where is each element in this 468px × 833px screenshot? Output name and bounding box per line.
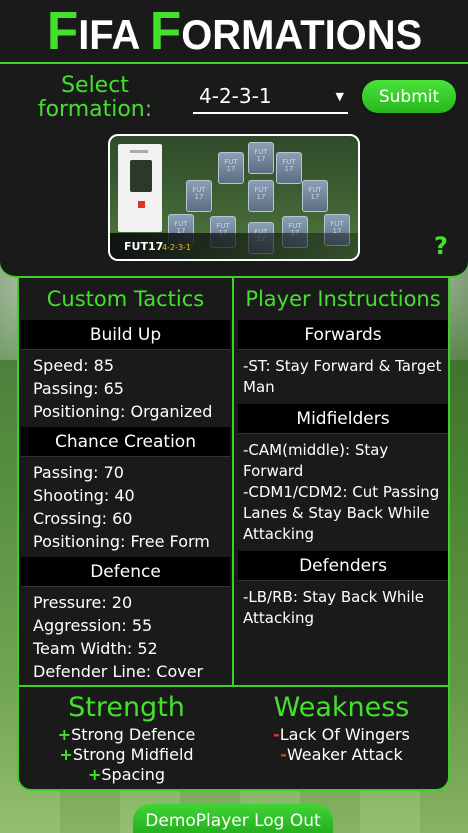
title-letter-f: F xyxy=(46,1,78,61)
fut17-logo: FUT17 xyxy=(124,240,164,253)
player-instructions-column: Player Instructions Forwards -ST: Stay F… xyxy=(236,278,450,685)
chevron-down-icon: ▼ xyxy=(335,90,344,103)
title-bar: FIFA FORMATIONS xyxy=(0,0,468,64)
plus-icon: + xyxy=(59,745,73,764)
player-card: FUT 17 xyxy=(186,180,212,212)
minus-icon: - xyxy=(273,725,280,744)
help-icon[interactable]: ? xyxy=(434,232,448,260)
title-word-ormations: ORMATIONS xyxy=(180,11,422,58)
cam-instruction: -CAM(middle): Stay Forward xyxy=(243,441,389,480)
defence-heading: Defence xyxy=(21,557,230,587)
custom-tactics-heading: Custom Tactics xyxy=(46,287,205,311)
player-card: FUT 17 xyxy=(248,142,274,174)
weakness-item: -Lack Of Wingers xyxy=(273,725,410,744)
weakness-column: Weakness -Lack Of Wingers -Weaker Attack xyxy=(234,687,449,765)
formation-select[interactable]: 4-2-3-1 ▼ xyxy=(193,82,348,114)
weakness-heading: Weakness xyxy=(273,692,410,723)
plus-icon: + xyxy=(57,725,72,744)
stat-item: Team Width: 52 xyxy=(33,639,158,658)
player-card: FUT 17 xyxy=(248,180,274,212)
stat-item: Passing: 70 xyxy=(33,463,124,482)
stat-item: Aggression: 55 xyxy=(33,616,153,635)
forwards-heading: Forwards xyxy=(238,320,448,350)
title-letter-f2: F xyxy=(149,1,181,61)
select-formation-label: Select formation: xyxy=(37,73,153,122)
minus-icon: - xyxy=(280,745,287,764)
stat-item: Defender Line: Cover xyxy=(33,662,204,681)
custom-tactics-column: Custom Tactics Build Up Speed: 85 Passin… xyxy=(19,278,234,685)
submit-button[interactable]: Submit xyxy=(362,80,456,113)
midfielders-heading: Midfielders xyxy=(238,404,448,434)
strength-column: Strength +Strong Defence +Strong Midfiel… xyxy=(19,687,234,785)
stat-item: Positioning: Organized xyxy=(33,402,213,421)
player-card: FUT 17 xyxy=(218,152,244,184)
title-word-ifa: IFA xyxy=(77,11,150,58)
page-title: FIFA FORMATIONS xyxy=(46,0,421,62)
stat-item: Passing: 65 xyxy=(33,379,124,398)
strength-item: +Strong Defence xyxy=(57,725,196,744)
plus-icon: + xyxy=(87,765,102,784)
logout-button[interactable]: DemoPlayer Log Out xyxy=(133,804,333,833)
mini-formation-card xyxy=(118,144,162,232)
preview-formation-label: 4-2-3-1 xyxy=(162,243,192,252)
cdm-instruction: -CDM1/CDM2: Cut Passing Lanes & Stay Bac… xyxy=(243,483,440,543)
forwards-instructions: -ST: Stay Forward & Target Man xyxy=(243,357,442,396)
player-instructions-heading: Player Instructions xyxy=(245,287,441,311)
player-card: FUT 17 xyxy=(276,152,302,184)
defenders-heading: Defenders xyxy=(238,551,448,581)
tactics-panel: Custom Tactics Build Up Speed: 85 Passin… xyxy=(17,278,450,791)
formation-select-value: 4-2-3-1 xyxy=(199,84,272,108)
strength-heading: Strength xyxy=(68,692,185,723)
strength-item: +Spacing xyxy=(87,765,166,784)
formation-panel: FIFA FORMATIONS Select formation: 4-2-3-… xyxy=(0,0,468,278)
stat-item: Speed: 85 xyxy=(33,356,114,375)
stat-item: Pressure: 20 xyxy=(33,593,133,612)
build-up-heading: Build Up xyxy=(21,320,230,350)
midfielders-instructions: -CAM(middle): Stay Forward -CDM1/CDM2: C… xyxy=(236,434,450,551)
build-up-stats: Speed: 85 Passing: 65 Positioning: Organ… xyxy=(19,350,232,427)
stat-item: Shooting: 40 xyxy=(33,486,135,505)
weakness-item: -Weaker Attack xyxy=(280,745,403,764)
formation-preview-image: FUT 17 FUT 17 FUT 17 FUT 17 FUT 17 FUT 1… xyxy=(108,134,360,261)
strength-item: +Strong Midfield xyxy=(59,745,194,764)
chance-creation-heading: Chance Creation xyxy=(21,427,230,457)
stat-item: Positioning: Free Form xyxy=(33,532,210,551)
chance-creation-stats: Passing: 70 Shooting: 40 Crossing: 60 Po… xyxy=(19,457,232,557)
defenders-instructions: -LB/RB: Stay Back While Attacking xyxy=(243,588,424,627)
stat-item: Crossing: 60 xyxy=(33,509,133,528)
defence-stats: Pressure: 20 Aggression: 55 Team Width: … xyxy=(19,587,232,687)
player-card: FUT 17 xyxy=(302,180,328,212)
strength-weakness-section: Strength +Strong Defence +Strong Midfiel… xyxy=(19,685,450,789)
